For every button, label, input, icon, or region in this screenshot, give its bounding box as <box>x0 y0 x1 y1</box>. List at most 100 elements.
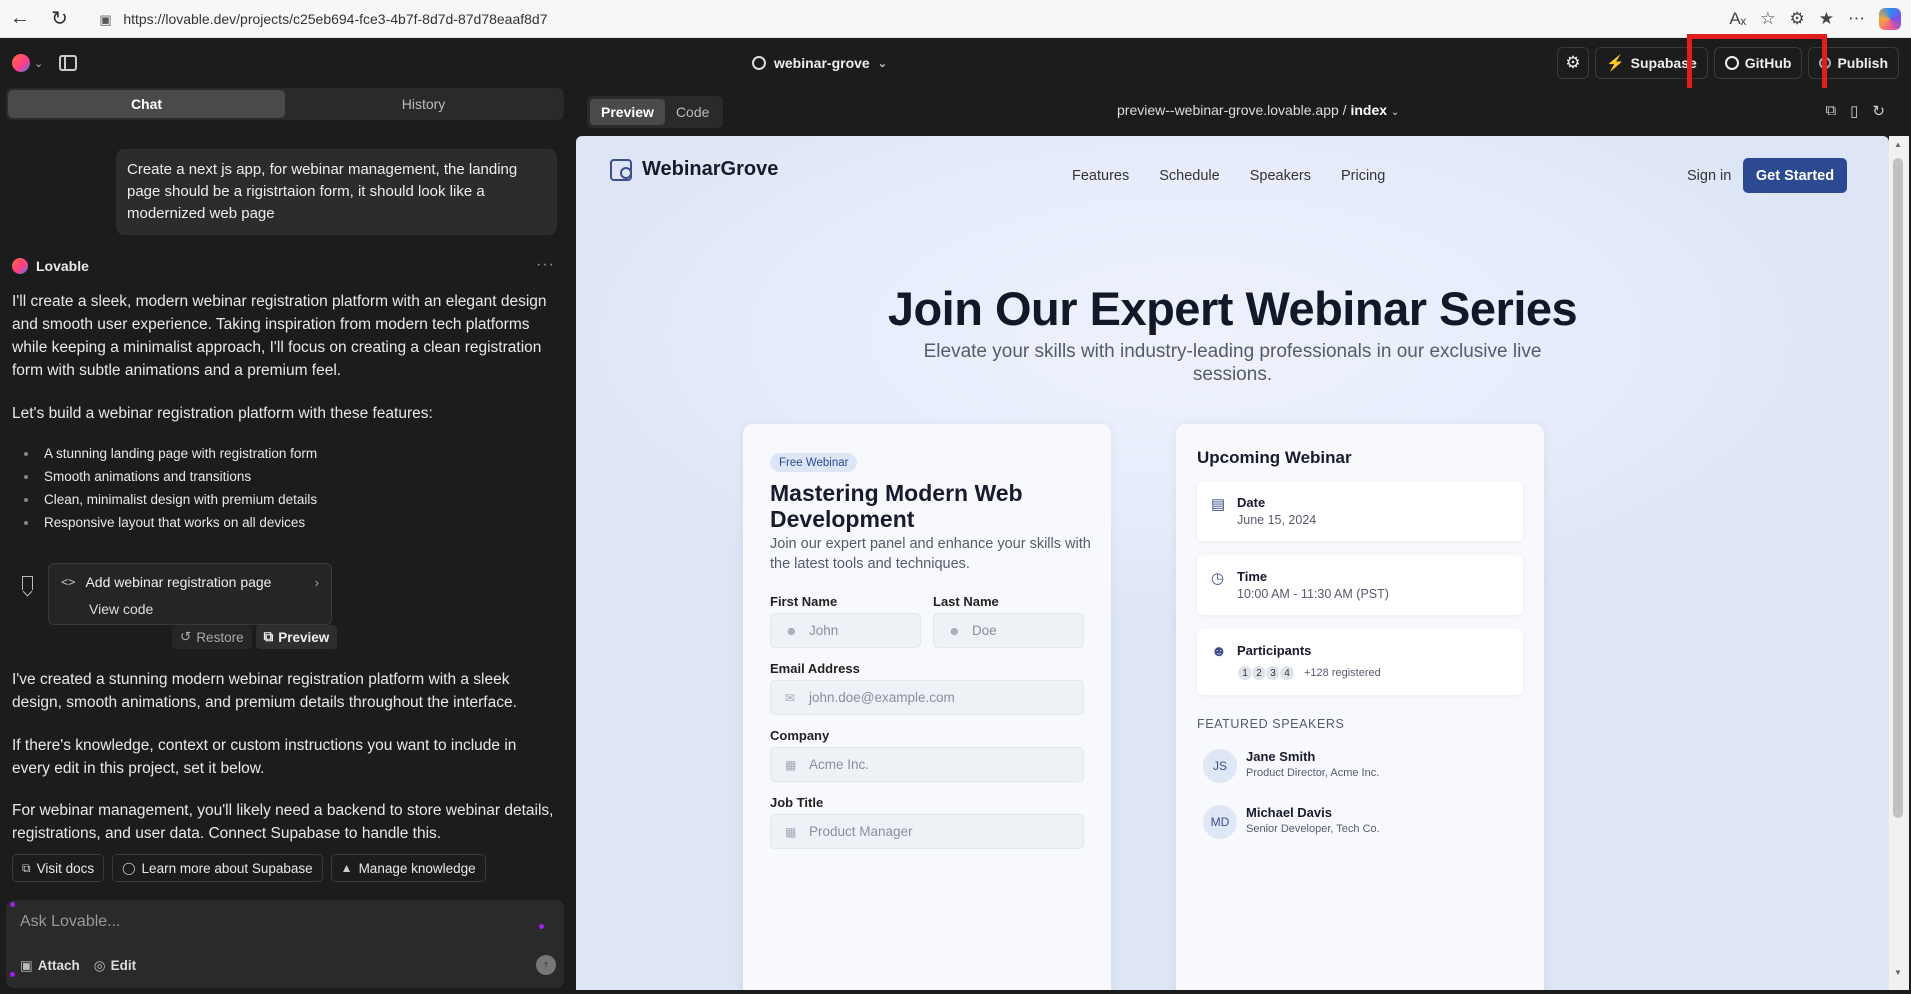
preview-host: preview--webinar-grove.lovable.app <box>1117 102 1339 118</box>
job-title-placeholder: Product Manager <box>809 824 913 839</box>
restore-button[interactable]: ↺ Restore <box>172 625 252 649</box>
sign-in-link[interactable]: Sign in <box>1687 168 1731 184</box>
tab-chat[interactable]: Chat <box>8 90 285 118</box>
nav-schedule[interactable]: Schedule <box>1159 168 1219 184</box>
email-field[interactable]: ✉ john.doe@example.com <box>770 680 1084 715</box>
chevron-down-icon[interactable]: ⌄ <box>34 57 43 70</box>
speaker-name: Michael Davis <box>1246 805 1332 820</box>
job-title-field[interactable]: ▦ Product Manager <box>770 814 1084 849</box>
user-icon: ☻ <box>785 623 798 638</box>
message-more-icon[interactable]: ··· <box>536 256 555 274</box>
scrollbar-thumb[interactable] <box>1893 158 1903 818</box>
publish-label: Publish <box>1837 55 1888 71</box>
publish-icon <box>1819 57 1832 69</box>
nav-speakers[interactable]: Speakers <box>1250 168 1311 184</box>
first-name-field[interactable]: ☻ John <box>770 613 921 648</box>
site-logo[interactable]: WebinarGrove <box>610 158 778 181</box>
send-button[interactable]: ↑ <box>536 955 556 975</box>
speaker-name: Jane Smith <box>1246 749 1316 764</box>
publish-button[interactable]: Publish <box>1808 47 1899 79</box>
target-icon: ◎ <box>93 958 106 973</box>
list-item: Clean, minimalist design with premium de… <box>20 488 317 511</box>
address-bar[interactable]: ▣ https://lovable.dev/projects/c25eb694-… <box>89 5 1729 33</box>
back-icon[interactable]: ← <box>0 0 40 38</box>
hero-subtitle: Elevate your skills with industry-leadin… <box>923 341 1542 385</box>
knowledge-message: If there's knowledge, context or custom … <box>12 737 517 777</box>
calendar-clock-icon <box>610 158 632 181</box>
manage-knowledge-label: Manage knowledge <box>358 860 476 876</box>
nav-features[interactable]: Features <box>1072 168 1129 184</box>
first-name-placeholder: John <box>809 623 839 638</box>
users-icon: ☻ <box>1211 643 1227 660</box>
features-intro: Let's build a webinar registration platf… <box>12 405 433 422</box>
supabase-message: For webinar management, you'll likely ne… <box>12 802 554 842</box>
app-header: ⌄ webinar-grove ⌄ ⚙ ⚡ Supabase GitHub Pu… <box>0 38 1911 88</box>
visit-docs-button[interactable]: ⧉ Visit docs <box>12 854 105 882</box>
nav-pricing[interactable]: Pricing <box>1341 168 1385 184</box>
attach-button[interactable]: ▣ Attach <box>20 958 80 974</box>
last-name-field[interactable]: ☻ Doe <box>933 613 1084 648</box>
graduation-cap-icon: ▲ <box>340 861 353 875</box>
more-menu-icon[interactable]: ⋯ <box>1848 9 1865 29</box>
attach-label: Attach <box>37 958 80 973</box>
supabase-label: Supabase <box>1630 55 1697 71</box>
view-code-link[interactable]: View code <box>89 601 153 617</box>
time-value: 10:00 AM - 11:30 AM (PST) <box>1237 587 1389 601</box>
read-aloud-icon[interactable]: Aₓ <box>1729 9 1746 29</box>
chat-input[interactable] <box>20 908 520 936</box>
preview-code-toggle: Preview Code <box>587 96 724 128</box>
tab-preview[interactable]: Preview <box>590 99 665 125</box>
supabase-button[interactable]: ⚡ Supabase <box>1594 47 1708 79</box>
favorites-icon[interactable]: ★ <box>1819 9 1834 29</box>
lovable-logo-icon[interactable] <box>12 54 30 72</box>
github-icon <box>1724 56 1739 70</box>
mobile-view-icon[interactable]: ▯ <box>1850 102 1858 120</box>
preview-url[interactable]: preview--webinar-grove.lovable.app / ind… <box>1117 102 1399 118</box>
assistant-done-message: I've created a stunning modern webinar r… <box>12 671 517 711</box>
manage-knowledge-button[interactable]: ▲ Manage knowledge <box>330 854 486 882</box>
learn-supabase-button[interactable]: ◯ Learn more about Supabase <box>112 854 323 882</box>
first-name-label: First Name <box>770 594 838 609</box>
reload-icon[interactable]: ↻ <box>1872 102 1885 120</box>
preview-label: Preview <box>278 629 330 645</box>
tab-history[interactable]: History <box>285 90 562 118</box>
assistant-name: Lovable <box>36 258 89 274</box>
copilot-icon[interactable] <box>1879 7 1901 30</box>
scroll-down-icon[interactable]: ▼ <box>1894 968 1902 977</box>
bookmark-icon[interactable] <box>22 576 33 590</box>
site-info-icon[interactable]: ▣ <box>99 12 113 27</box>
browser-toolbar: ← ↻ ▣ https://lovable.dev/projects/c25eb… <box>0 0 1911 38</box>
preview-url-separator: / <box>1338 102 1351 118</box>
preview-toolbar-icons: ⧉ ▯ ↻ <box>1825 102 1885 120</box>
restore-label: Restore <box>196 629 244 645</box>
user-message: Create a next js app, for webinar manage… <box>116 149 557 235</box>
settings-gear-button[interactable]: ⚙ <box>1556 47 1589 79</box>
tab-code[interactable]: Code <box>665 99 720 125</box>
favorite-star-icon[interactable]: ☆ <box>1760 9 1775 29</box>
chat-bubble-icon: ◯ <box>122 861 136 875</box>
company-placeholder: Acme Inc. <box>809 757 870 772</box>
date-label: Date <box>1237 495 1266 510</box>
version-card[interactable]: <> Add webinar registration page › View … <box>48 563 332 625</box>
site-nav: Features Schedule Speakers Pricing <box>1072 168 1385 184</box>
site-brand: WebinarGrove <box>642 158 779 180</box>
edit-button[interactable]: ◎ Edit <box>94 958 136 974</box>
chevron-down-icon: ⌄ <box>1390 107 1400 118</box>
learn-supabase-label: Learn more about Supabase <box>141 860 313 876</box>
lovable-heart-icon <box>12 258 28 274</box>
email-label: Email Address <box>770 661 860 676</box>
external-link-icon: ⧉ <box>263 629 274 644</box>
preview-version-button[interactable]: ⧉ Preview <box>255 625 338 649</box>
featured-speakers-heading: FEATURED SPEAKERS <box>1197 717 1345 731</box>
refresh-icon[interactable]: ↻ <box>40 0 80 38</box>
open-external-icon[interactable]: ⧉ <box>1825 102 1836 120</box>
get-started-button[interactable]: Get Started <box>1743 158 1847 193</box>
sidebar-toggle-icon[interactable] <box>59 55 78 71</box>
company-field[interactable]: ▦ Acme Inc. <box>770 747 1084 782</box>
extensions-icon[interactable]: ⚙ <box>1790 9 1805 29</box>
github-button[interactable]: GitHub <box>1713 47 1803 79</box>
scroll-up-icon[interactable]: ▲ <box>1894 140 1902 149</box>
avatar: 4 <box>1279 665 1295 681</box>
list-item: A stunning landing page with registratio… <box>20 442 317 465</box>
project-selector[interactable]: webinar-grove ⌄ <box>752 38 887 88</box>
